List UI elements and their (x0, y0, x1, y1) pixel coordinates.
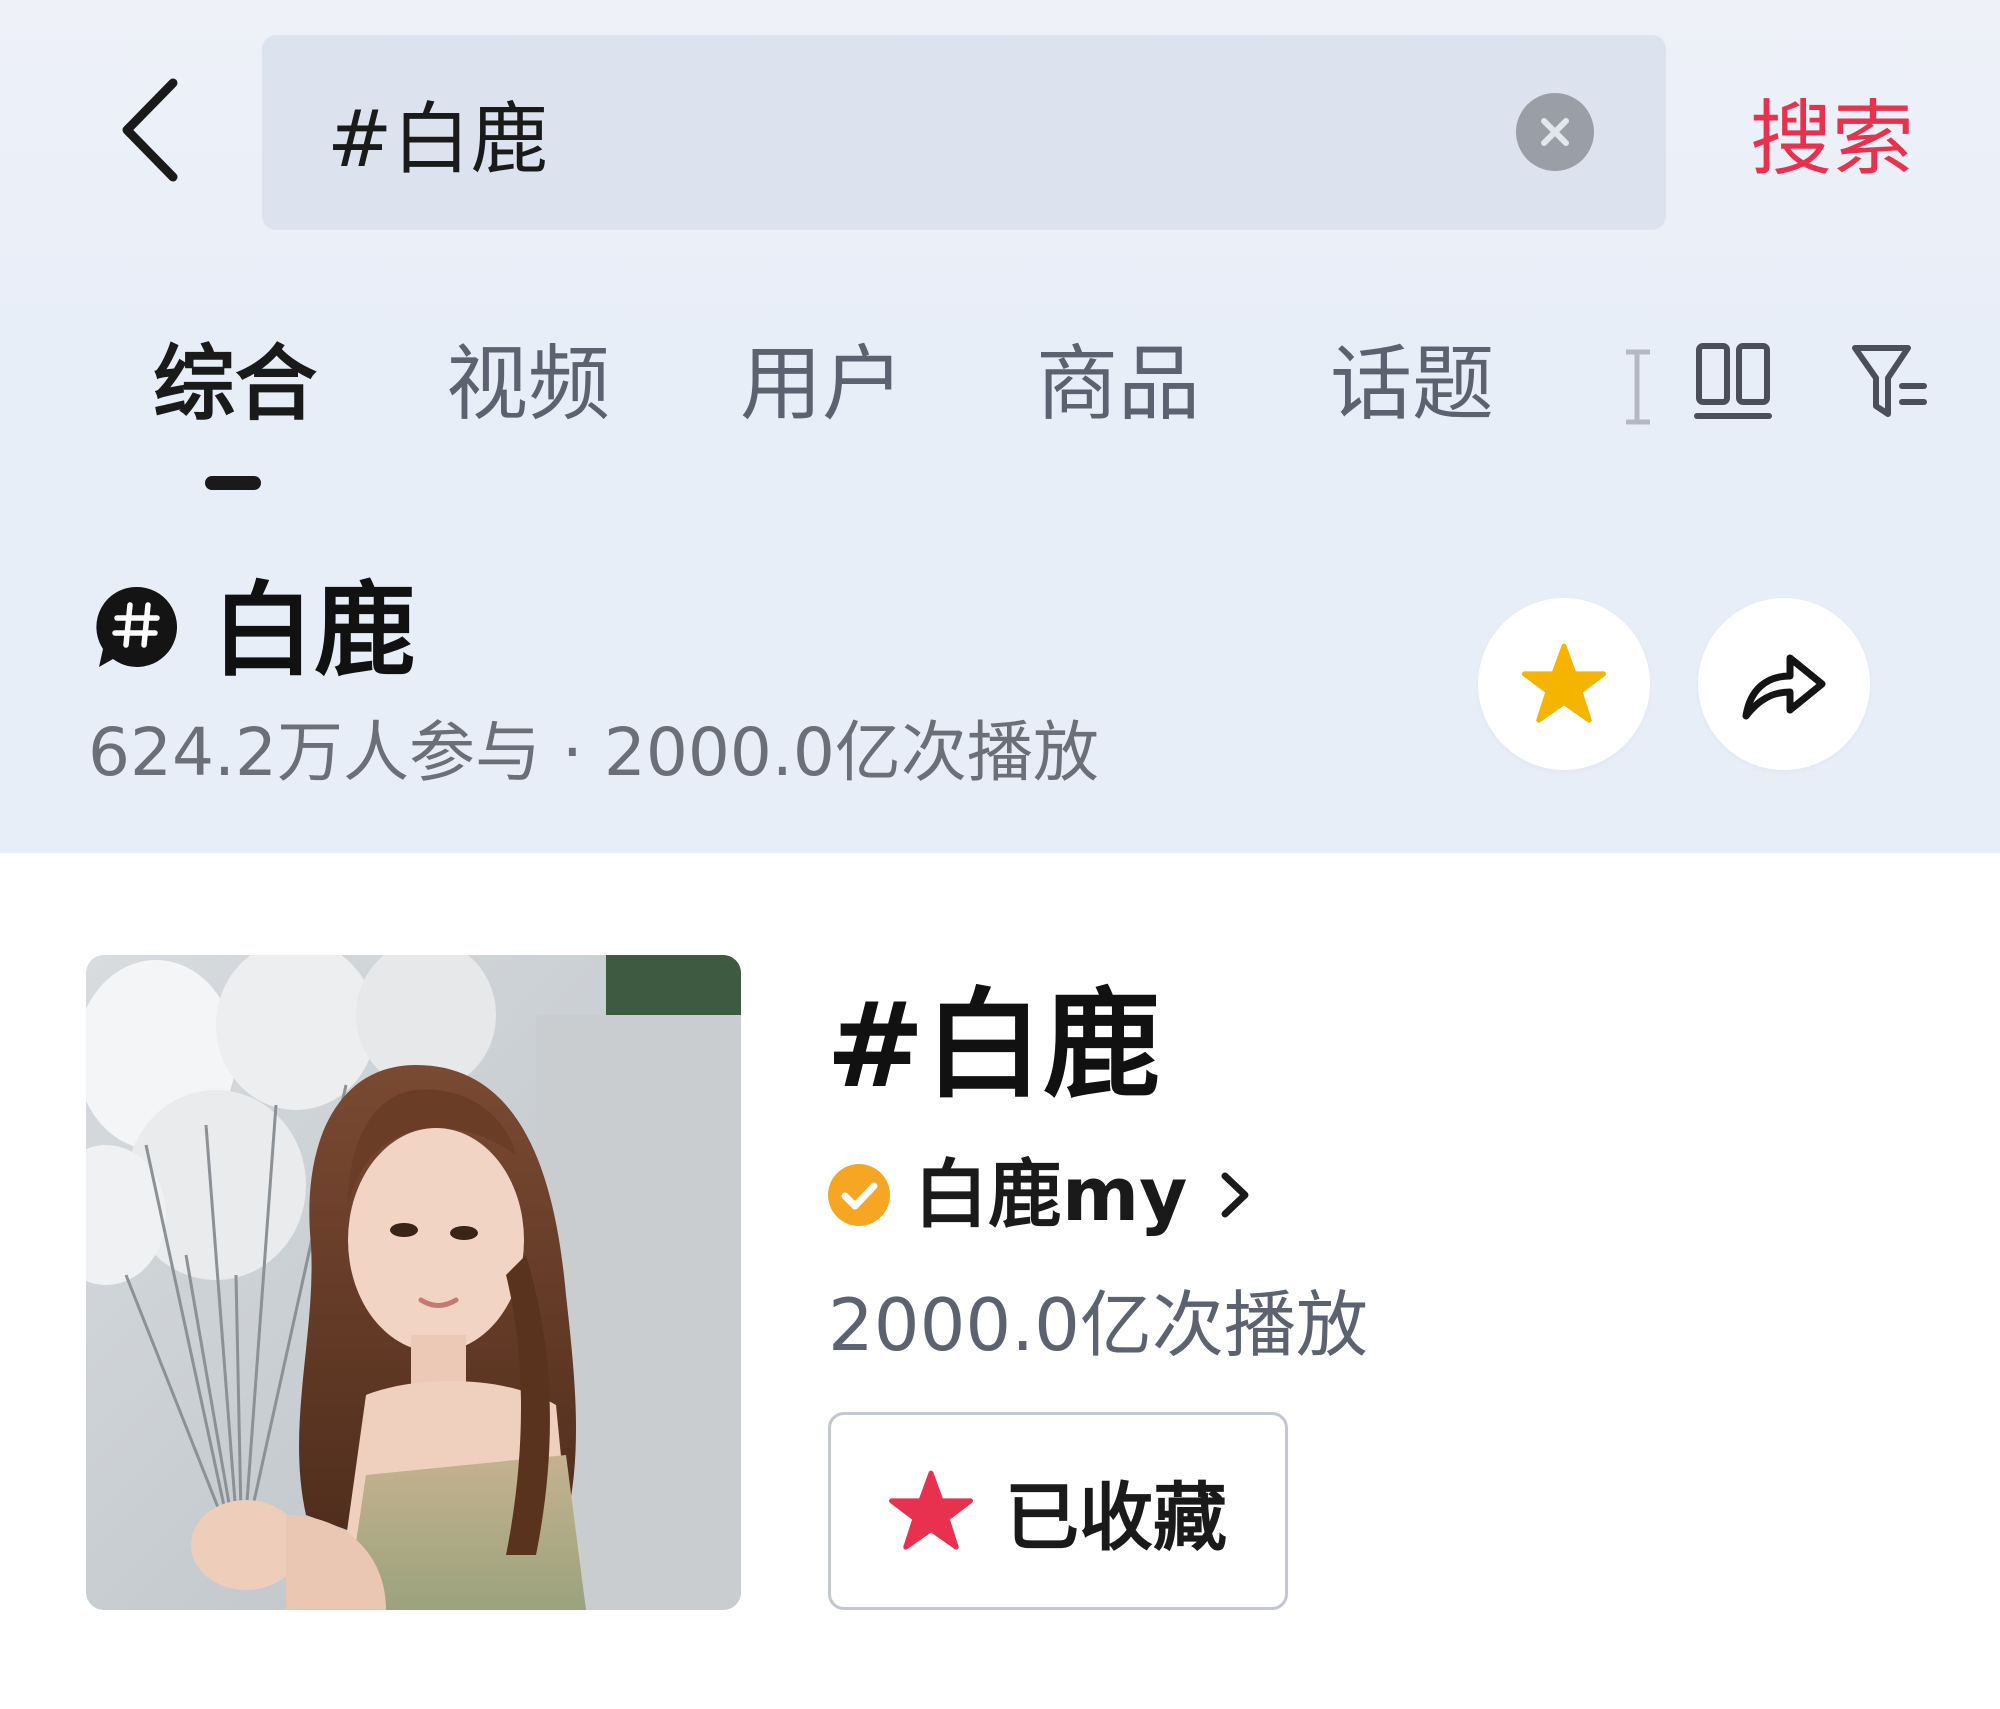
search-button[interactable]: 搜索 (1750, 85, 1920, 195)
active-tab-indicator (205, 476, 261, 490)
chevron-left-icon (122, 78, 178, 182)
clear-search-button[interactable] (1516, 93, 1594, 171)
result-tabs: 综合 视频 用户 商品 话题 (0, 320, 2000, 500)
creator-link[interactable]: 白鹿my (826, 1140, 1253, 1250)
star-icon (1522, 643, 1606, 723)
search-header: 搜索 综合 视频 用户 商品 话题 (0, 0, 2000, 853)
topic-title: 白鹿 (212, 572, 416, 691)
tab-comprehensive[interactable]: 综合 (153, 320, 317, 450)
filter-icon (1852, 345, 1927, 417)
verified-check-icon (828, 1164, 890, 1226)
favorite-topic-button[interactable] (1478, 598, 1650, 770)
card-play-count: 2000.0亿次播放 (828, 1283, 1368, 1367)
close-icon (1541, 118, 1569, 146)
share-arrow-icon (1742, 654, 1826, 720)
topic-cover-image[interactable] (86, 955, 741, 1610)
filter-button[interactable] (1850, 338, 1930, 424)
hashtag-bubble-icon (96, 586, 177, 667)
layout-toggle-button[interactable] (1694, 338, 1772, 424)
search-input[interactable] (327, 77, 1477, 189)
tab-videos[interactable]: 视频 (446, 320, 610, 450)
tab-users[interactable]: 用户 (740, 320, 904, 450)
tab-products[interactable]: 商品 (1036, 320, 1200, 450)
topic-stats: 624.2万人参与 · 2000.0亿次播放 (88, 714, 1099, 791)
creator-name: 白鹿my (914, 1152, 1188, 1238)
collected-label: 已收藏 (1005, 1474, 1227, 1561)
back-button[interactable] (100, 70, 200, 190)
tab-topics[interactable]: 话题 (1330, 320, 1494, 450)
search-results-page: 搜索 综合 视频 用户 商品 话题 (0, 0, 2000, 1709)
chevron-right-icon (1221, 1172, 1249, 1218)
dual-column-icon (1694, 343, 1772, 419)
tab-overflow-hint[interactable] (1622, 340, 1652, 432)
search-box (262, 35, 1666, 230)
cover-photo (86, 955, 741, 1610)
star-icon (889, 1470, 973, 1550)
card-topic-title[interactable]: #白鹿 (826, 975, 1161, 1115)
collected-button[interactable]: 已收藏 (828, 1412, 1288, 1610)
share-topic-button[interactable] (1698, 598, 1870, 770)
